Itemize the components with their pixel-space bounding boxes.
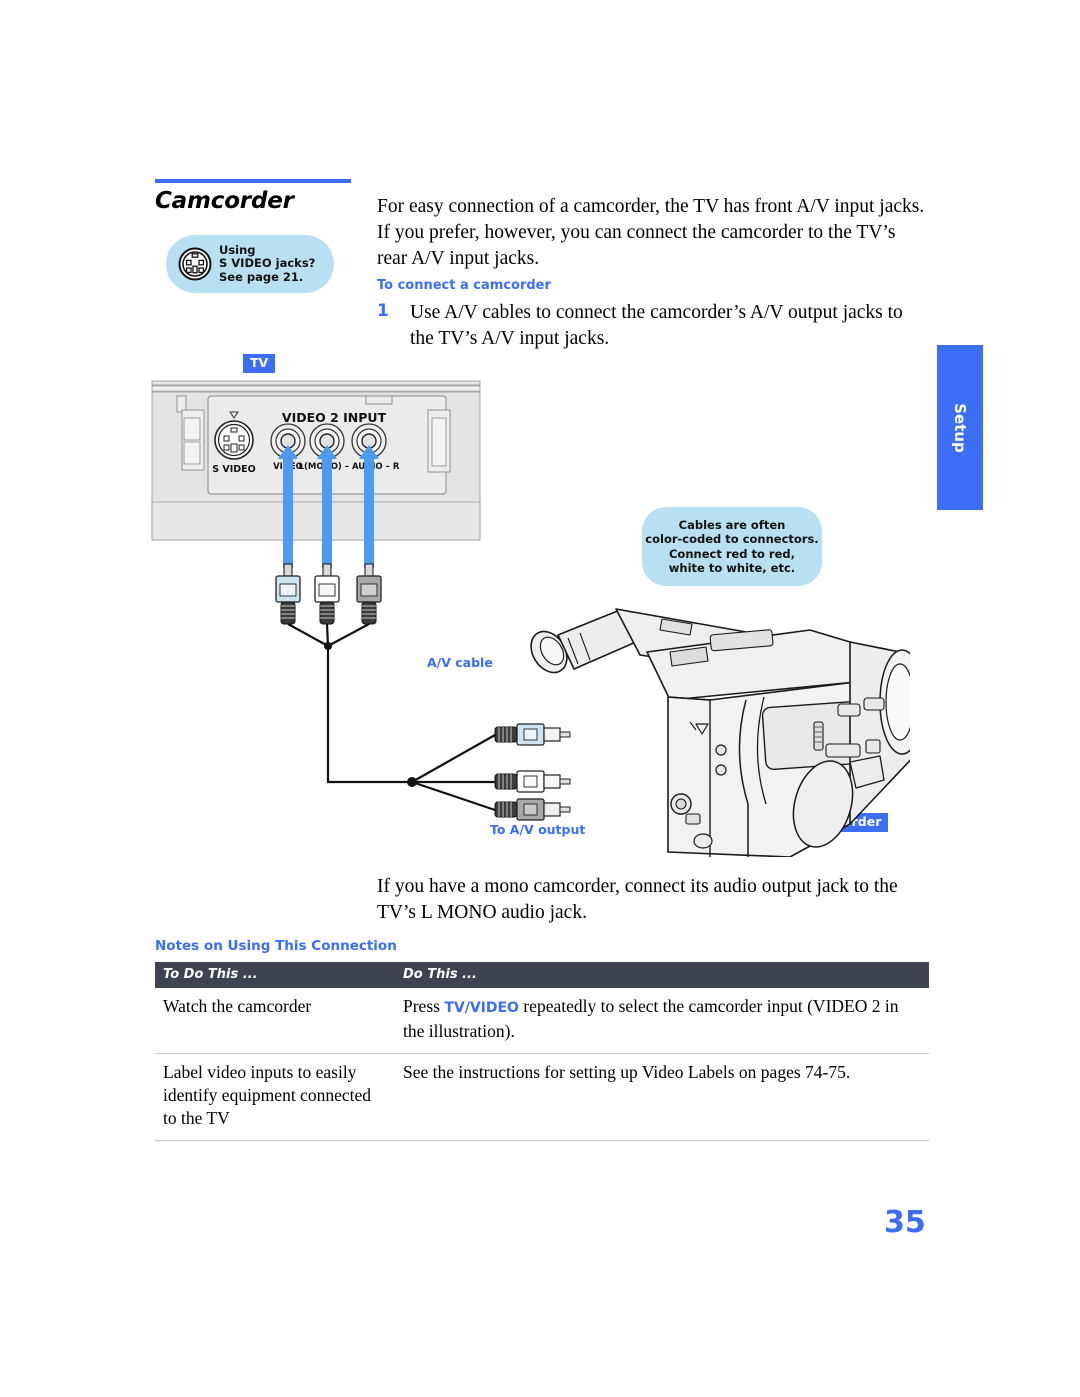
video-2-input-label: VIDEO 2 INPUT xyxy=(282,410,387,425)
subheading-to-connect-a-camcorder: To connect a camcorder xyxy=(377,278,551,293)
row-1-do-pre: Press xyxy=(403,996,445,1016)
av-cable-tv-plugs xyxy=(275,563,382,625)
row-1-do-this: Press TV/VIDEO repeatedly to select the … xyxy=(395,988,929,1054)
column-header-do-this: Do This ... xyxy=(395,962,929,988)
page-number: 35 xyxy=(884,1205,926,1240)
table-row: Watch the camcorder Press TV/VIDEO repea… xyxy=(155,988,929,1054)
step-number: 1 xyxy=(377,301,389,321)
audio-jacks-label: L(MONO) – AUDIO – R xyxy=(299,462,400,472)
mono-camcorder-note: If you have a mono camcorder, connect it… xyxy=(377,876,898,923)
row-2-to-do: Label video inputs to easily identify eq… xyxy=(155,1053,395,1141)
s-video-tip-text: Using S VIDEO jacks? See page 21. xyxy=(219,242,316,285)
row-1-to-do: Watch the camcorder xyxy=(155,988,395,1054)
s-video-jack-label: S VIDEO xyxy=(212,464,256,475)
intro-paragraph: For easy connection of a camcorder, the … xyxy=(377,196,925,269)
table-header-row: To Do This ... Do This ... xyxy=(155,962,929,988)
camcorder-side-plugs xyxy=(494,723,571,821)
cable-junction-upper xyxy=(324,642,332,650)
s-video-tip-callout: Using S VIDEO jacks? See page 21. xyxy=(166,235,334,293)
tv-rear-panel: VIDEO 2 INPUT S VIDEO VIDEO L(MONO) – AU… xyxy=(151,380,481,541)
heading-rule xyxy=(155,179,351,183)
column-header-to-do-this: To Do This ... xyxy=(155,962,395,988)
camcorder-illustration xyxy=(530,608,910,857)
page-title: Camcorder xyxy=(155,188,294,214)
manual-page: Camcorder Using S VIDEO jacks? See page … xyxy=(0,0,1080,1397)
row-2-do-this: See the instructions for setting up Vide… xyxy=(395,1053,929,1141)
notes-table: To Do This ... Do This ... Watch the cam… xyxy=(155,962,929,1141)
s-video-tip-line2: S VIDEO jacks? xyxy=(219,256,316,271)
table-row: Label video inputs to easily identify eq… xyxy=(155,1053,929,1141)
procedure-step-1: 1 Use A/V cables to connect the camcorde… xyxy=(377,300,929,352)
s-video-connector-icon xyxy=(178,247,212,281)
s-video-tip-line1: Using xyxy=(219,242,256,257)
s-video-tip-line3: See page 21. xyxy=(219,269,304,284)
cable-junction-lower xyxy=(407,777,417,787)
illustration-artwork: VIDEO 2 INPUT S VIDEO VIDEO L(MONO) – AU… xyxy=(151,380,910,857)
connection-illustration: TV Camcorder A/V cable To A/V output Cab… xyxy=(150,352,910,857)
av-cable-branch xyxy=(411,734,496,812)
section-tab-setup: Setup xyxy=(937,345,983,510)
step-text: Use A/V cables to connect the camcorder’… xyxy=(410,302,903,349)
notes-heading: Notes on Using This Connection xyxy=(155,938,397,954)
section-tab-label: Setup xyxy=(951,402,969,453)
av-cable-path xyxy=(287,623,412,784)
row-1-keyname: TV/VIDEO xyxy=(444,1000,519,1016)
row-2-do-pre: See the instructions for setting up Vide… xyxy=(403,1062,851,1082)
